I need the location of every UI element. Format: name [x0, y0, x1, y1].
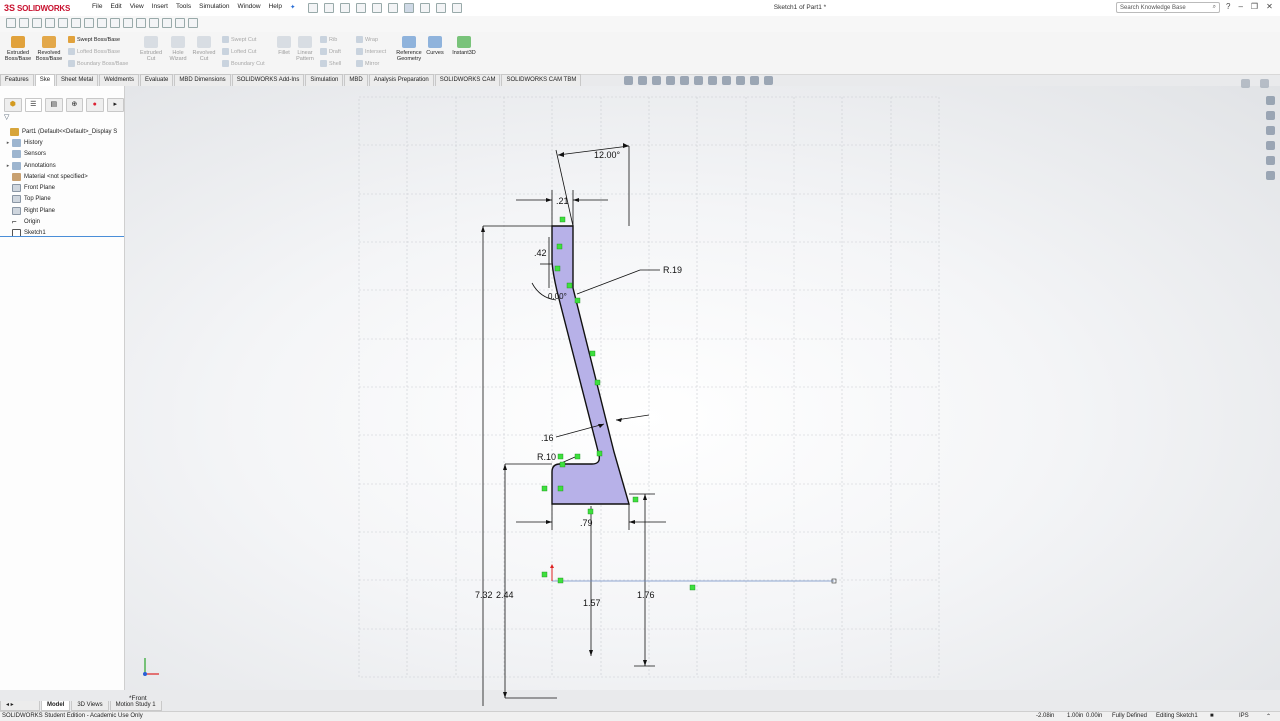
- status-definition: Fully Defined: [1112, 713, 1148, 719]
- relation-icon[interactable]: [566, 282, 573, 289]
- tab-motion-study[interactable]: Motion Study 1: [109, 701, 162, 711]
- status-x-coordinate: -2.08in: [1036, 713, 1055, 719]
- sketch-canvas[interactable]: 12.00° .21 .42 0.00° R.19 .16 R.10 .79 7…: [0, 0, 1280, 720]
- relation-icon[interactable]: [587, 508, 594, 515]
- dim-top-offset[interactable]: .21: [556, 196, 569, 206]
- leader-r19: [576, 269, 641, 295]
- tab-model[interactable]: Model: [41, 701, 71, 711]
- relation-icon[interactable]: [557, 453, 564, 460]
- arrowhead: [503, 692, 507, 698]
- origin-arrow: [550, 564, 554, 568]
- relation-icon[interactable]: [559, 216, 566, 223]
- status-editing: Editing Sketch1: [1156, 713, 1198, 719]
- dim-thickness[interactable]: .16: [541, 433, 554, 443]
- arrowhead: [616, 418, 622, 422]
- arrowhead: [481, 226, 485, 232]
- tab-3d-views[interactable]: 3D Views: [71, 701, 109, 711]
- status-units[interactable]: IPS: [1239, 713, 1249, 719]
- dim-radius-top[interactable]: R.19: [663, 265, 682, 275]
- view-triad: [143, 658, 159, 676]
- arrowhead: [573, 198, 579, 202]
- relation-icon[interactable]: [557, 485, 564, 492]
- status-z-coordinate: 0.00in: [1086, 713, 1103, 719]
- relation-icon[interactable]: [541, 485, 548, 492]
- relation-icon[interactable]: [596, 450, 603, 457]
- arrowhead: [546, 198, 552, 202]
- relation-icon[interactable]: [559, 461, 566, 468]
- relation-icon[interactable]: [632, 496, 639, 503]
- relation-icon[interactable]: [589, 350, 596, 357]
- relation-icon[interactable]: [574, 297, 581, 304]
- dim-top-width[interactable]: 12.00°: [594, 150, 621, 160]
- dim-height-176[interactable]: 1.76: [637, 590, 655, 600]
- status-menu-icon[interactable]: ⌃: [1266, 713, 1271, 720]
- status-y-coordinate: 1.00in: [1067, 713, 1084, 719]
- relation-icon[interactable]: [594, 379, 601, 386]
- relation-icon[interactable]: [556, 243, 563, 250]
- tab-scroll-left-icon[interactable]: ◂ ▸: [0, 701, 40, 711]
- arrowhead: [589, 650, 593, 656]
- arrowhead: [629, 520, 635, 524]
- dim-base-width[interactable]: .79: [580, 518, 593, 528]
- dim-upper-height[interactable]: .42: [534, 248, 547, 258]
- relation-icon[interactable]: [689, 584, 696, 591]
- relation-icon[interactable]: [574, 453, 581, 460]
- dimension-texts: 12.00° .21 .42 0.00° R.19 .16 R.10 .79 7…: [475, 150, 682, 608]
- arrowhead: [546, 520, 552, 524]
- arrowhead: [643, 660, 647, 666]
- bottom-tabs: ◂ ▸ Model 3D Views Motion Study 1: [0, 701, 170, 711]
- rebuild-status-icon[interactable]: ■: [1210, 713, 1214, 719]
- arrowhead: [623, 143, 629, 148]
- arrowhead: [643, 494, 647, 500]
- triad-z-axis: [143, 672, 147, 676]
- dim-height-157[interactable]: 1.57: [583, 598, 601, 608]
- relation-icon[interactable]: [554, 265, 561, 272]
- arrowhead: [503, 464, 507, 470]
- dim-radius-bottom[interactable]: R.10: [537, 452, 556, 462]
- extension-line: [555, 149, 574, 227]
- dim-total-height[interactable]: 7.32: [475, 590, 493, 600]
- relation-icon[interactable]: [557, 577, 564, 584]
- dim-height-244[interactable]: 2.44: [496, 590, 514, 600]
- dimension-lines: [482, 145, 834, 706]
- status-edition: SOLIDWORKS Student Edition - Academic Us…: [2, 713, 143, 719]
- dim-angle[interactable]: 0.00°: [548, 292, 567, 301]
- relation-icon[interactable]: [541, 571, 548, 578]
